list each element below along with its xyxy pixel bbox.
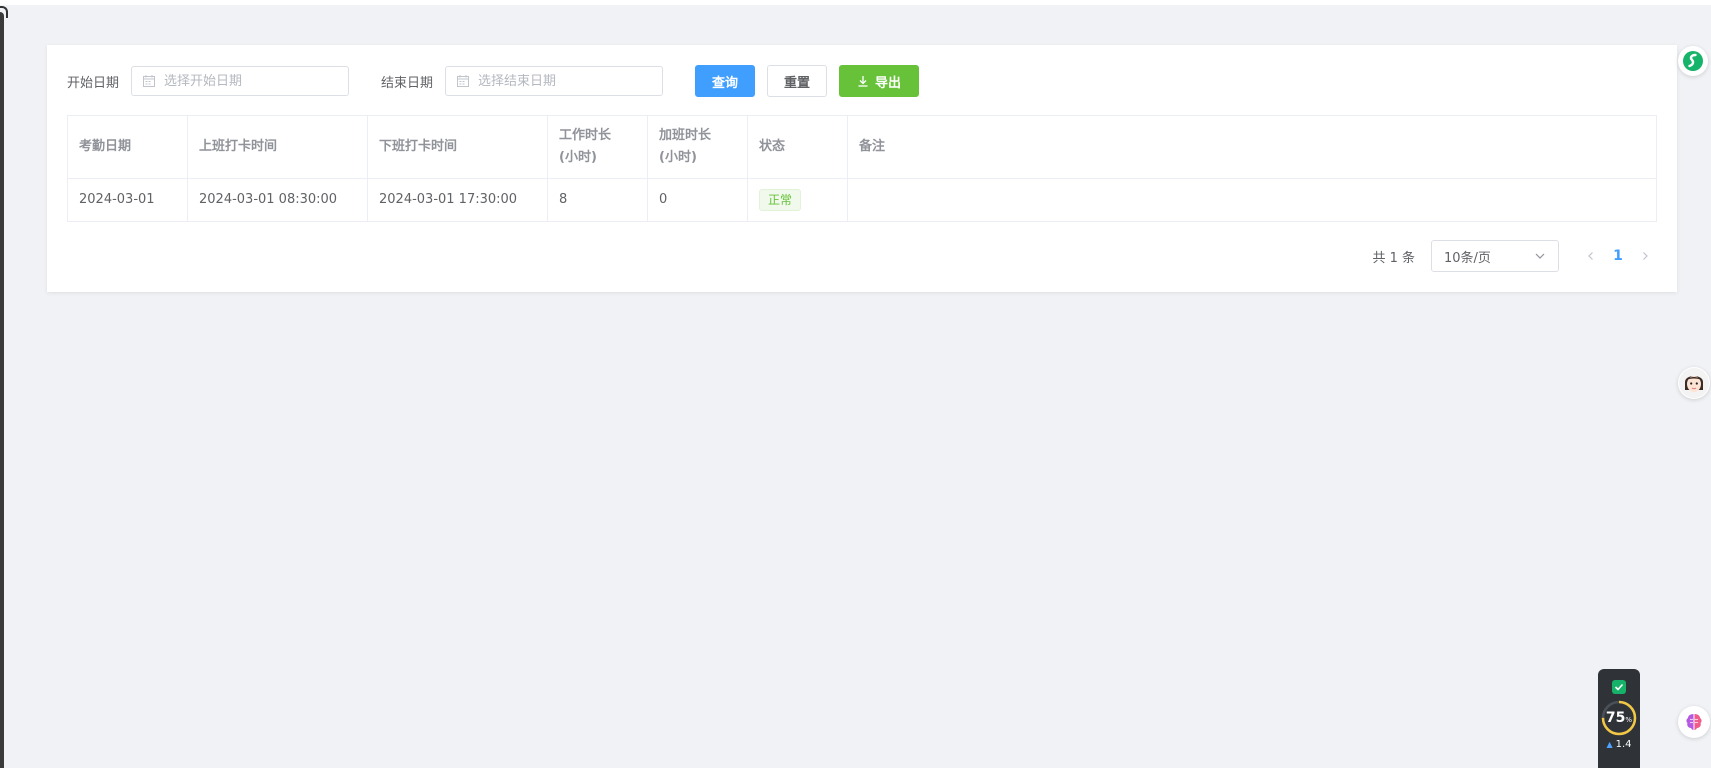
table-header: 考勤日期 上班打卡时间 下班打卡时间 工作时长 (小时) 加班时长 (小时) 状态 … bbox=[68, 116, 1656, 179]
page-size-value: 10条/页 bbox=[1444, 250, 1491, 266]
calendar-icon bbox=[457, 75, 470, 87]
start-date-input[interactable] bbox=[164, 73, 325, 89]
pagination: 共 1 条 10条/页 1 bbox=[1372, 240, 1657, 272]
memory-gauge: 75% bbox=[1600, 699, 1638, 737]
attendance-card: 开始日期 结束日期 bbox=[47, 45, 1677, 292]
filter-bar: 开始日期 结束日期 bbox=[67, 65, 920, 97]
cell-date: 2024-03-01 bbox=[68, 179, 188, 221]
column-header-status: 状态 bbox=[748, 116, 848, 178]
cell-clock-in: 2024-03-01 08:30:00 bbox=[188, 179, 368, 221]
network-speed-value: 1.4 bbox=[1615, 739, 1632, 750]
column-header-overtime-hours: 加班时长 (小时) bbox=[648, 116, 748, 178]
upload-arrow-icon: ▲ bbox=[1606, 740, 1613, 749]
query-button[interactable]: 查询 bbox=[695, 65, 756, 97]
avatar bbox=[1679, 368, 1709, 398]
column-header-date: 考勤日期 bbox=[68, 116, 188, 178]
assistant-logo-icon[interactable] bbox=[1678, 46, 1708, 76]
cell-clock-out: 2024-03-01 17:30:00 bbox=[368, 179, 548, 221]
calendar-icon bbox=[143, 75, 156, 87]
shield-icon bbox=[1612, 680, 1626, 694]
cell-remark bbox=[848, 179, 1656, 221]
prev-page-button[interactable] bbox=[1579, 244, 1603, 268]
query-button-label: 查询 bbox=[712, 75, 739, 91]
chevron-down-icon bbox=[1535, 253, 1545, 259]
download-icon bbox=[858, 76, 868, 87]
start-date-label: 开始日期 bbox=[67, 75, 120, 91]
end-date-input[interactable] bbox=[478, 73, 639, 89]
start-date-picker[interactable] bbox=[131, 66, 350, 96]
memory-percent: 75 bbox=[1605, 710, 1626, 726]
cell-work-hours: 8 bbox=[548, 179, 648, 221]
status-badge: 正常 bbox=[759, 189, 802, 211]
table-row: 2024-03-01 2024-03-01 08:30:00 2024-03-0… bbox=[68, 179, 1656, 221]
page-size-select[interactable]: 10条/页 bbox=[1431, 240, 1559, 272]
chevron-right-icon bbox=[1643, 252, 1648, 260]
pagination-total: 共 1 条 bbox=[1372, 250, 1415, 266]
chevron-left-icon bbox=[1588, 252, 1593, 260]
column-header-clock-in: 上班打卡时间 bbox=[188, 116, 368, 178]
system-monitor-widget[interactable]: 75% ▲ 1.4 bbox=[1598, 669, 1640, 768]
column-header-clock-out: 下班打卡时间 bbox=[368, 116, 548, 178]
left-window-edge bbox=[0, 12, 4, 768]
top-strip bbox=[0, 0, 1711, 5]
left-window-edge-tip bbox=[0, 6, 8, 18]
end-date-picker[interactable] bbox=[445, 66, 664, 96]
attendance-table: 考勤日期 上班打卡时间 下班打卡时间 工作时长 (小时) 加班时长 (小时) 状态 … bbox=[67, 115, 1657, 222]
cell-status: 正常 bbox=[748, 179, 848, 221]
column-header-work-hours: 工作时长 (小时) bbox=[548, 116, 648, 178]
reset-button[interactable]: 重置 bbox=[767, 65, 828, 97]
next-page-button[interactable] bbox=[1633, 244, 1657, 268]
export-button-label: 导出 bbox=[875, 75, 902, 91]
cell-overtime-hours: 0 bbox=[648, 179, 748, 221]
brain-icon bbox=[1686, 714, 1702, 730]
network-speed: ▲ 1.4 bbox=[1606, 739, 1631, 750]
avatar-assistant-icon[interactable] bbox=[1678, 367, 1710, 399]
export-button[interactable]: 导出 bbox=[839, 65, 920, 97]
page-number-1[interactable]: 1 bbox=[1603, 248, 1633, 264]
reset-button-label: 重置 bbox=[784, 75, 811, 91]
column-header-remark: 备注 bbox=[859, 139, 886, 154]
brain-ai-icon[interactable] bbox=[1678, 706, 1710, 738]
memory-percent-unit: % bbox=[1625, 716, 1633, 724]
end-date-label: 结束日期 bbox=[381, 75, 434, 91]
green-swirl-icon bbox=[1683, 51, 1703, 71]
